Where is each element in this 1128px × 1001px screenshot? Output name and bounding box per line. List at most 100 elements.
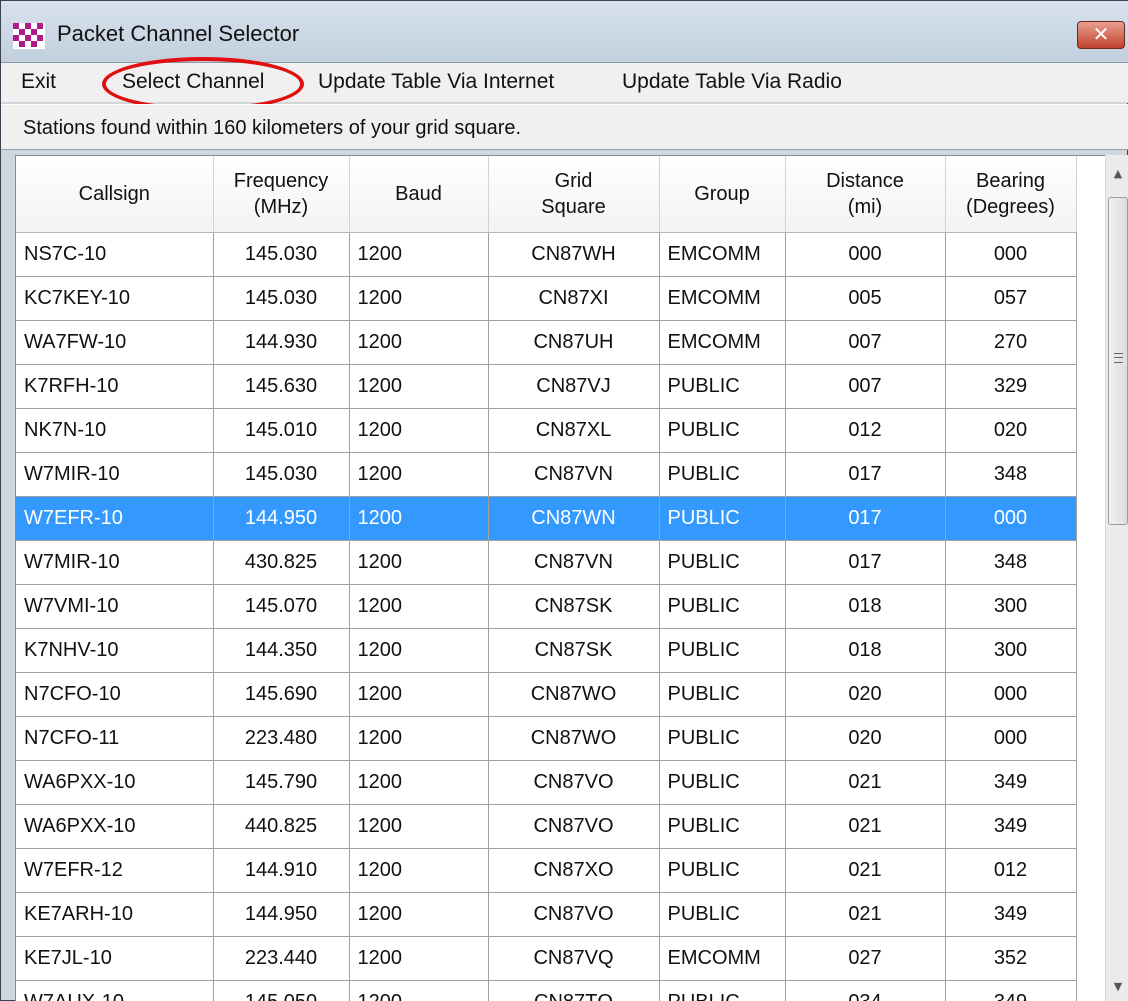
cell-grid-square[interactable]: CN87SK: [488, 628, 660, 673]
column-header-group[interactable]: Group: [659, 156, 786, 233]
cell-baud[interactable]: 1200: [349, 892, 489, 937]
cell-callsign[interactable]: WA6PXX-10: [16, 804, 214, 849]
table-row[interactable]: W7EFR-10 144.950 1200 CN87WN PUBLIC 017 000: [16, 496, 1077, 541]
cell-distance[interactable]: 017: [785, 496, 946, 541]
cell-grid-square[interactable]: CN87VN: [488, 540, 660, 585]
table-row[interactable]: K7RFH-10 145.630 1200 CN87VJ PUBLIC 007 329: [16, 364, 1077, 409]
cell-group[interactable]: PUBLIC: [659, 672, 786, 717]
cell-distance[interactable]: 018: [785, 628, 946, 673]
cell-group[interactable]: PUBLIC: [659, 892, 786, 937]
column-header-bearing[interactable]: Bearing (Degrees): [945, 156, 1077, 233]
cell-frequency[interactable]: 145.690: [213, 672, 350, 717]
cell-group[interactable]: EMCOMM: [659, 276, 786, 321]
cell-callsign[interactable]: W7MIR-10: [16, 540, 214, 585]
cell-distance[interactable]: 027: [785, 936, 946, 981]
cell-baud[interactable]: 1200: [349, 364, 489, 409]
menu-update-table-via-radio[interactable]: Update Table Via Radio: [622, 70, 842, 94]
cell-callsign[interactable]: W7EFR-10: [16, 496, 214, 541]
column-header-callsign[interactable]: Callsign: [16, 156, 214, 233]
cell-distance[interactable]: 007: [785, 320, 946, 365]
cell-group[interactable]: PUBLIC: [659, 760, 786, 805]
cell-distance[interactable]: 021: [785, 804, 946, 849]
cell-baud[interactable]: 1200: [349, 628, 489, 673]
cell-callsign[interactable]: NS7C-10: [16, 232, 214, 277]
cell-frequency[interactable]: 440.825: [213, 804, 350, 849]
cell-grid-square[interactable]: CN87XI: [488, 276, 660, 321]
cell-callsign[interactable]: K7NHV-10: [16, 628, 214, 673]
stations-grid[interactable]: Callsign Frequency (MHz) Baud Grid Square …: [15, 155, 1105, 1001]
cell-baud[interactable]: 1200: [349, 584, 489, 629]
cell-distance[interactable]: 034: [785, 980, 946, 1001]
cell-bearing[interactable]: 352: [945, 936, 1077, 981]
cell-baud[interactable]: 1200: [349, 276, 489, 321]
cell-bearing[interactable]: 348: [945, 540, 1077, 585]
cell-frequency[interactable]: 145.030: [213, 276, 350, 321]
menu-select-channel[interactable]: Select Channel: [122, 70, 264, 94]
table-row[interactable]: K7NHV-10 144.350 1200 CN87SK PUBLIC 018 300: [16, 628, 1077, 673]
scroll-up-arrow-icon[interactable]: ▲: [1106, 155, 1128, 193]
table-row[interactable]: N7CFO-11 223.480 1200 CN87WO PUBLIC 020 000: [16, 716, 1077, 761]
cell-distance[interactable]: 012: [785, 408, 946, 453]
scroll-down-arrow-icon[interactable]: ▼: [1106, 972, 1128, 1001]
cell-baud[interactable]: 1200: [349, 452, 489, 497]
table-row[interactable]: W7EFR-12 144.910 1200 CN87XO PUBLIC 021 012: [16, 848, 1077, 893]
cell-grid-square[interactable]: CN87WO: [488, 716, 660, 761]
table-row[interactable]: W7MIR-10 145.030 1200 CN87VN PUBLIC 017 348: [16, 452, 1077, 497]
column-header-grid-square[interactable]: Grid Square: [488, 156, 660, 233]
cell-distance[interactable]: 017: [785, 452, 946, 497]
cell-baud[interactable]: 1200: [349, 936, 489, 981]
column-header-distance[interactable]: Distance (mi): [785, 156, 946, 233]
cell-group[interactable]: EMCOMM: [659, 232, 786, 277]
cell-frequency[interactable]: 145.070: [213, 584, 350, 629]
cell-frequency[interactable]: 223.440: [213, 936, 350, 981]
cell-group[interactable]: PUBLIC: [659, 628, 786, 673]
cell-bearing[interactable]: 000: [945, 232, 1077, 277]
cell-baud[interactable]: 1200: [349, 848, 489, 893]
cell-callsign[interactable]: N7CFO-10: [16, 672, 214, 717]
cell-distance[interactable]: 017: [785, 540, 946, 585]
title-bar[interactable]: Packet Channel Selector ✕: [1, 1, 1128, 63]
cell-callsign[interactable]: W7MIR-10: [16, 452, 214, 497]
cell-bearing[interactable]: 300: [945, 628, 1077, 673]
cell-bearing[interactable]: 349: [945, 804, 1077, 849]
cell-bearing[interactable]: 000: [945, 496, 1077, 541]
table-row[interactable]: W7MIR-10 430.825 1200 CN87VN PUBLIC 017 348: [16, 540, 1077, 585]
cell-distance[interactable]: 020: [785, 672, 946, 717]
cell-group[interactable]: PUBLIC: [659, 804, 786, 849]
cell-baud[interactable]: 1200: [349, 408, 489, 453]
table-row[interactable]: KE7JL-10 223.440 1200 CN87VQ EMCOMM 027 352: [16, 936, 1077, 981]
cell-distance[interactable]: 021: [785, 892, 946, 937]
cell-baud[interactable]: 1200: [349, 540, 489, 585]
scroll-thumb[interactable]: [1108, 197, 1128, 525]
cell-group[interactable]: EMCOMM: [659, 320, 786, 365]
table-row[interactable]: KC7KEY-10 145.030 1200 CN87XI EMCOMM 005 057: [16, 276, 1077, 321]
cell-callsign[interactable]: N7CFO-11: [16, 716, 214, 761]
cell-bearing[interactable]: 329: [945, 364, 1077, 409]
cell-group[interactable]: PUBLIC: [659, 848, 786, 893]
cell-grid-square[interactable]: CN87WN: [488, 496, 660, 541]
table-row[interactable]: NK7N-10 145.010 1200 CN87XL PUBLIC 012 020: [16, 408, 1077, 453]
cell-bearing[interactable]: 000: [945, 716, 1077, 761]
cell-bearing[interactable]: 300: [945, 584, 1077, 629]
cell-frequency[interactable]: 430.825: [213, 540, 350, 585]
cell-distance[interactable]: 007: [785, 364, 946, 409]
cell-baud[interactable]: 1200: [349, 232, 489, 277]
cell-distance[interactable]: 021: [785, 848, 946, 893]
cell-bearing[interactable]: 349: [945, 760, 1077, 805]
cell-frequency[interactable]: 223.480: [213, 716, 350, 761]
menu-update-table-via-internet[interactable]: Update Table Via Internet: [318, 70, 554, 94]
table-row[interactable]: W7AUX-10145.0501200CN87TQPUBLIC034349: [16, 980, 1077, 1001]
cell-distance[interactable]: 005: [785, 276, 946, 321]
vertical-scrollbar[interactable]: ▲ ▼: [1105, 155, 1128, 1001]
cell-group[interactable]: PUBLIC: [659, 496, 786, 541]
cell-group[interactable]: EMCOMM: [659, 936, 786, 981]
cell-frequency[interactable]: 145.790: [213, 760, 350, 805]
cell-bearing[interactable]: 349: [945, 980, 1077, 1001]
cell-frequency[interactable]: 145.030: [213, 452, 350, 497]
cell-frequency[interactable]: 144.910: [213, 848, 350, 893]
cell-grid-square[interactable]: CN87TQ: [488, 980, 660, 1001]
cell-grid-square[interactable]: CN87VJ: [488, 364, 660, 409]
cell-bearing[interactable]: 349: [945, 892, 1077, 937]
cell-group[interactable]: PUBLIC: [659, 540, 786, 585]
cell-grid-square[interactable]: CN87VN: [488, 452, 660, 497]
